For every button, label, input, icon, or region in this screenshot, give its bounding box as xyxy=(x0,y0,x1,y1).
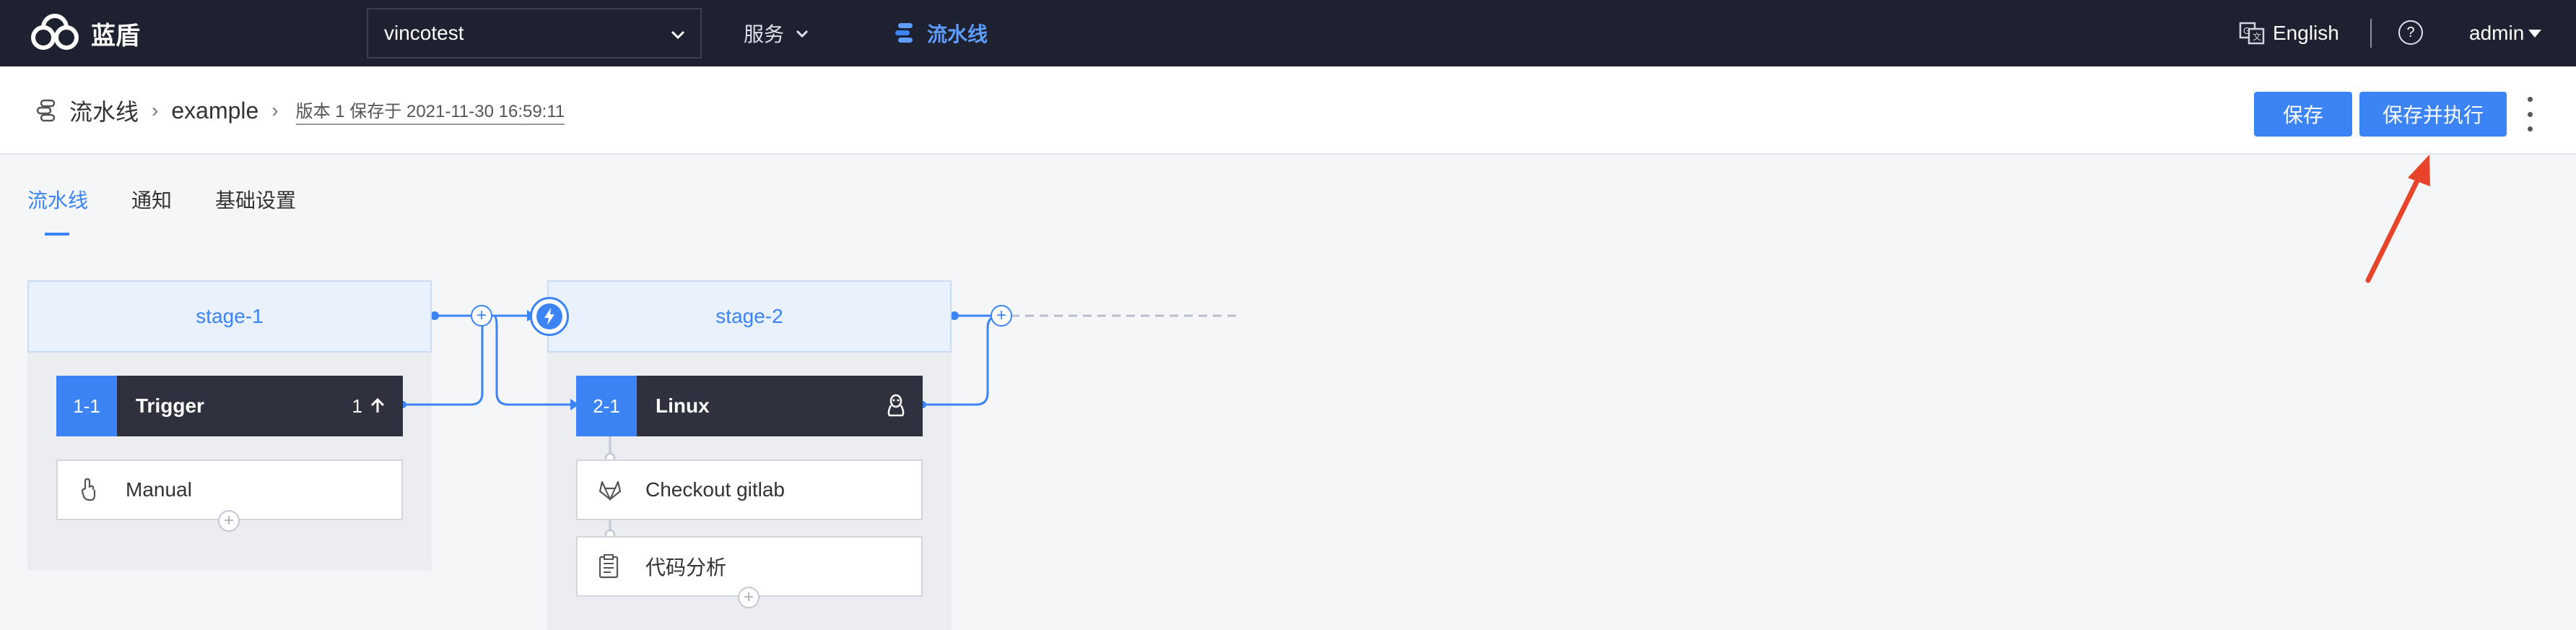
stage-1-header[interactable]: stage-1 xyxy=(27,280,432,353)
job-trigger[interactable]: 1-1 Trigger 1 xyxy=(56,376,403,436)
gitlab-icon xyxy=(598,478,638,501)
add-stage-button[interactable]: + xyxy=(991,305,1012,327)
trigger-count: 1 xyxy=(352,394,362,417)
job-linux[interactable]: 2-1 Linux xyxy=(576,376,923,436)
clipboard-icon xyxy=(598,553,638,579)
arrow-up-icon xyxy=(370,397,385,413)
stage-2-header[interactable]: stage-2 xyxy=(547,280,952,353)
job-index: 1-1 xyxy=(56,376,117,436)
job-name: Linux xyxy=(656,394,710,417)
linux-icon xyxy=(885,376,907,436)
step-checkout-gitlab[interactable]: Checkout gitlab xyxy=(576,459,923,520)
add-step-button[interactable]: + xyxy=(738,587,760,608)
step-label: Manual xyxy=(126,478,192,501)
add-step-button[interactable]: + xyxy=(218,510,240,532)
stage-trigger-lightning-icon[interactable] xyxy=(530,297,569,336)
step-label: Checkout gitlab xyxy=(645,478,786,501)
job-trigger-count: 1 xyxy=(352,376,387,436)
lightning-icon xyxy=(536,303,562,329)
step-label: 代码分析 xyxy=(645,556,727,579)
job-name: Trigger xyxy=(136,394,204,417)
add-stage-button[interactable]: + xyxy=(471,305,492,327)
job-index: 2-1 xyxy=(576,376,637,436)
hand-pointer-icon xyxy=(78,478,118,502)
